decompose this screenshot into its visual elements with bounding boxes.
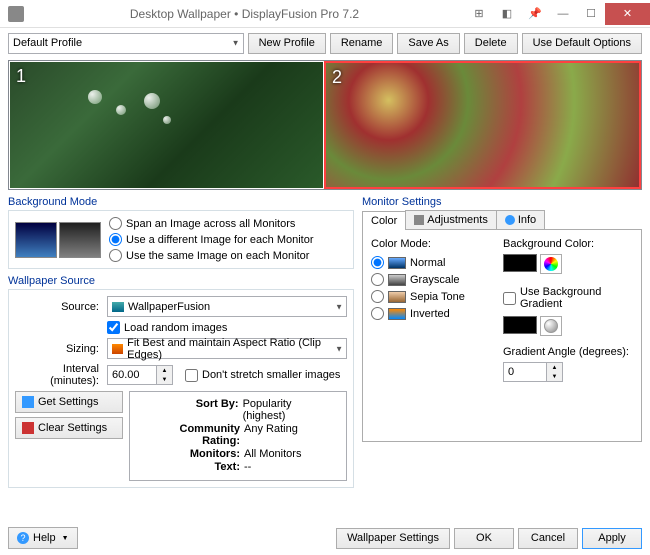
normal-swatch-icon — [388, 257, 406, 269]
interval-input[interactable] — [107, 365, 157, 385]
bgcolor-label: Background Color: — [503, 238, 633, 250]
source-label: Source: — [15, 301, 103, 313]
tab-color[interactable]: Color — [362, 211, 406, 230]
titlebar-btn-2[interactable]: ◧ — [493, 3, 521, 25]
titlebar-btn-1[interactable]: ⊞ — [465, 3, 493, 25]
radio-same[interactable]: Use the same Image on each Monitor — [109, 249, 314, 262]
chevron-down-icon: ▼ — [335, 344, 343, 353]
new-profile-button[interactable]: New Profile — [248, 33, 326, 54]
bgcolor-picker-button[interactable] — [540, 254, 562, 274]
tab-info[interactable]: Info — [496, 210, 545, 229]
cancel-button[interactable]: Cancel — [518, 528, 578, 549]
gradient-angle-spinner[interactable]: ▲▼ — [503, 362, 633, 382]
use-default-options-button[interactable]: Use Default Options — [522, 33, 642, 54]
radio-normal[interactable]: Normal — [371, 256, 485, 269]
radio-grayscale[interactable]: Grayscale — [371, 273, 485, 286]
profile-toolbar: Default Profile ▼ New Profile Rename Sav… — [0, 28, 650, 58]
clear-settings-icon — [22, 422, 34, 434]
gradient-angle-label: Gradient Angle (degrees): — [503, 346, 633, 358]
monitor-1-label: 1 — [16, 66, 26, 87]
window-buttons: ⊞ ◧ 📌 — ☐ ✕ — [465, 3, 650, 25]
bgcolor-swatch — [503, 254, 537, 272]
wallpaper-source-group: Wallpaper Source Source: WallpaperFusion… — [8, 275, 354, 488]
monitor-settings-label: Monitor Settings — [362, 196, 642, 208]
bottom-bar: ? Help ▼ Wallpaper Settings OK Cancel Ap… — [8, 527, 642, 549]
radio-inverted[interactable]: Inverted — [371, 307, 485, 320]
profile-select[interactable]: Default Profile ▼ — [8, 33, 244, 54]
gradient-ball-icon — [544, 319, 558, 333]
thumb-gray-icon — [59, 222, 101, 258]
interval-spinner[interactable]: ▲▼ — [107, 365, 173, 385]
thumb-globe-icon — [15, 222, 57, 258]
minimize-button[interactable]: — — [549, 3, 577, 25]
tab-adjustments[interactable]: Adjustments — [405, 210, 497, 229]
background-mode-thumbs — [15, 222, 101, 258]
window-title: Desktop Wallpaper • DisplayFusion Pro 7.… — [24, 7, 465, 21]
profile-select-value: Default Profile — [13, 37, 82, 49]
source-icon — [112, 302, 124, 312]
radio-span[interactable]: Span an Image across all Monitors — [109, 217, 314, 230]
source-select[interactable]: WallpaperFusion ▼ — [107, 296, 347, 317]
chevron-down-icon: ▼ — [232, 39, 240, 48]
monitor-2-label: 2 — [332, 67, 342, 88]
maximize-button[interactable]: ☐ — [577, 3, 605, 25]
sepia-swatch-icon — [388, 291, 406, 303]
get-settings-button[interactable]: Get Settings — [15, 391, 123, 413]
sizing-label: Sizing: — [15, 343, 103, 355]
color-mode-label: Color Mode: — [371, 238, 485, 250]
gradient-angle-input[interactable] — [503, 362, 547, 382]
tab-color-body: Color Mode: Normal Grayscale Sepia Tone … — [362, 230, 642, 442]
titlebar-btn-3[interactable]: 📌 — [521, 3, 549, 25]
load-random-checkbox[interactable]: Load random images — [107, 321, 227, 334]
clear-settings-button[interactable]: Clear Settings — [15, 417, 123, 439]
chevron-down-icon: ▼ — [62, 535, 69, 542]
monitor-1-preview[interactable]: 1 — [9, 61, 324, 189]
grayscale-swatch-icon — [388, 274, 406, 286]
app-icon — [8, 6, 24, 22]
adjustments-icon — [414, 215, 424, 225]
source-summary: Sort By:Popularity (highest) Community R… — [129, 391, 347, 481]
dont-stretch-checkbox[interactable]: Don't stretch smaller images — [185, 369, 340, 382]
use-gradient-checkbox[interactable]: Use Background Gradient — [503, 286, 633, 310]
wallpaper-1-graphic — [50, 82, 238, 158]
color-wheel-icon — [544, 257, 558, 271]
info-icon — [505, 215, 515, 225]
spin-down-icon[interactable]: ▼ — [157, 375, 172, 384]
help-button[interactable]: ? Help ▼ — [8, 527, 78, 549]
gradient-color-swatch — [503, 316, 537, 334]
help-icon: ? — [17, 532, 29, 544]
radio-sepia[interactable]: Sepia Tone — [371, 290, 485, 303]
sizing-icon — [112, 344, 123, 354]
inverted-swatch-icon — [388, 308, 406, 320]
save-as-button[interactable]: Save As — [397, 33, 459, 54]
monitor-2-preview[interactable]: 2 — [324, 61, 641, 189]
spin-down-icon[interactable]: ▼ — [547, 372, 562, 381]
interval-label: Interval (minutes): — [15, 363, 103, 387]
apply-button[interactable]: Apply — [582, 528, 642, 549]
rename-button[interactable]: Rename — [330, 33, 394, 54]
gradient-picker-button[interactable] — [540, 316, 562, 336]
monitor-settings-tabs: Color Adjustments Info — [362, 210, 642, 230]
wallpaper-settings-button[interactable]: Wallpaper Settings — [336, 528, 450, 549]
get-settings-icon — [22, 396, 34, 408]
sizing-select[interactable]: Fit Best and maintain Aspect Ratio (Clip… — [107, 338, 347, 359]
close-button[interactable]: ✕ — [605, 3, 650, 25]
title-bar: Desktop Wallpaper • DisplayFusion Pro 7.… — [0, 0, 650, 28]
spin-up-icon[interactable]: ▲ — [157, 366, 172, 375]
monitor-preview-area: 1 2 — [8, 60, 642, 190]
radio-different[interactable]: Use a different Image for each Monitor — [109, 233, 314, 246]
spin-up-icon[interactable]: ▲ — [547, 363, 562, 372]
chevron-down-icon: ▼ — [335, 302, 343, 311]
background-mode-group: Background Mode Span an Image across all… — [8, 196, 354, 269]
wallpaper-source-label: Wallpaper Source — [8, 275, 354, 287]
background-mode-label: Background Mode — [8, 196, 354, 208]
monitor-settings-group: Monitor Settings Color Adjustments Info … — [362, 196, 642, 442]
ok-button[interactable]: OK — [454, 528, 514, 549]
delete-button[interactable]: Delete — [464, 33, 518, 54]
